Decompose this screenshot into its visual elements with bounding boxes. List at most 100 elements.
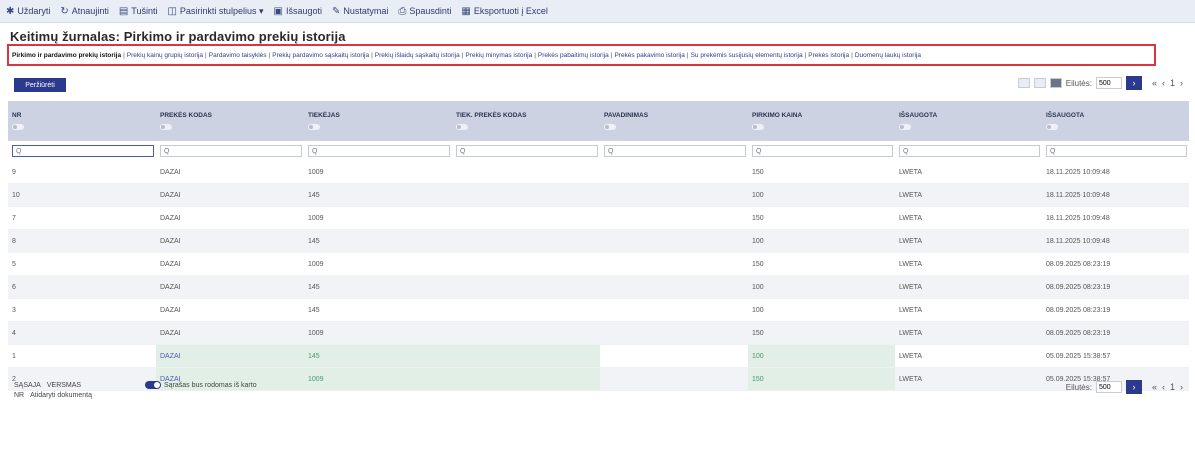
cell-item-code[interactable]: DAZAI (156, 344, 304, 368)
column-filter-input[interactable]: Q (899, 145, 1040, 157)
column-filter-input[interactable]: Q (160, 145, 302, 157)
history-link[interactable]: Prekių minymas istorija (465, 52, 532, 59)
cell-item-code[interactable]: DAZAI (156, 252, 304, 276)
history-link[interactable]: Prekių kainų grupių istorija (127, 52, 203, 59)
cell-purchase-price: 100 (748, 183, 895, 207)
table-icon: ▤ (118, 5, 129, 17)
column-header[interactable]: PAVADINIMAS (600, 101, 748, 141)
table-row[interactable]: 6 DAZAI 145 100 LWETA 08.09.2025 08:23:19 (8, 275, 1189, 299)
column-filter-input[interactable]: Q (604, 145, 746, 157)
go-button[interactable]: › (1125, 76, 1142, 90)
column-header[interactable]: PIRKIMO KAINA (748, 101, 895, 141)
list-view-icon[interactable] (1033, 78, 1046, 88)
table-row[interactable]: 8 DAZAI 145 100 LWETA 18.11.2025 10:09:48 (8, 229, 1189, 253)
cell-item-code[interactable]: DAZAI (156, 229, 304, 253)
column-visibility-toggle[interactable] (12, 124, 24, 130)
column-header[interactable]: NR (8, 101, 156, 141)
pager-prev[interactable]: ‹ (1162, 382, 1165, 392)
history-link[interactable]: Prekės istorija (808, 52, 849, 59)
toolbar-item-0[interactable]: ✱ Uždaryti (6, 6, 50, 17)
column-header[interactable]: PREKĖS KODAS (156, 101, 304, 141)
grid-view-icon[interactable] (1017, 78, 1030, 88)
open-document-link[interactable]: Atidaryti dokumentą (30, 391, 92, 401)
rows-per-page-input[interactable] (1095, 381, 1122, 393)
pager-next[interactable]: › (1180, 78, 1183, 88)
search-icon: Q (312, 147, 318, 155)
toolbar-item-3[interactable]: ◫ Pasirinkti stulpelius ▾ (167, 6, 263, 17)
go-button[interactable]: › (1125, 380, 1142, 394)
cell-saved-at: 18.11.2025 10:09:48 (1042, 206, 1189, 230)
toolbar-item-6[interactable]: ⎙ Spausdinti (398, 6, 451, 17)
column-visibility-toggle[interactable] (1046, 124, 1058, 130)
toolbar-item-label: Išsaugoti (285, 6, 322, 16)
filter-cell: Q (304, 141, 452, 161)
history-link[interactable]: Prekių pardavimo sąskaitų istorija (272, 52, 369, 59)
column-visibility-toggle[interactable] (308, 124, 320, 130)
toolbar-item-5[interactable]: ✎ Nustatymai (332, 6, 388, 17)
cell-item-code[interactable]: DAZAI (156, 183, 304, 207)
column-filter-input[interactable]: Q (12, 145, 154, 157)
table-row[interactable]: 4 DAZAI 1009 150 LWETA 08.09.2025 08:23:19 (8, 321, 1189, 345)
show-list-toggle[interactable] (145, 381, 161, 389)
cell-item-code[interactable]: DAZAI (156, 298, 304, 322)
cell-supplier-code (452, 321, 600, 345)
toolbar-item-2[interactable]: ▤ Tušinti (119, 6, 158, 17)
history-link[interactable]: Prekės pabaitimų istorija (538, 52, 609, 59)
table-row[interactable]: 1 DAZAI 145 100 LWETA 05.09.2025 15:38:57 (8, 344, 1189, 368)
cell-saved-by: LWETA (895, 229, 1042, 253)
pager-first[interactable]: « (1152, 78, 1157, 88)
column-visibility-toggle[interactable] (160, 124, 172, 130)
history-link[interactable]: Prekių išlaidų sąskaitų istorija (375, 52, 460, 59)
view-button[interactable]: Peržiūrėti (14, 78, 66, 92)
pager-page[interactable]: 1 (1170, 382, 1175, 392)
history-link[interactable]: Pardavimo taisyklės (209, 52, 267, 59)
column-filter-input[interactable]: Q (1046, 145, 1187, 157)
rows-per-page-input[interactable] (1095, 77, 1122, 89)
table-row[interactable]: 10 DAZAI 145 100 LWETA 18.11.2025 10:09:48 (8, 183, 1189, 207)
toolbar-item-1[interactable]: ↻ Atnaujinti (60, 6, 108, 17)
column-header[interactable]: TIEK. PREKĖS KODAS (452, 101, 600, 141)
column-header[interactable]: IŠSAUGOTA (1042, 101, 1189, 141)
table-row[interactable]: 9 DAZAI 1009 150 LWETA 18.11.2025 10:09:48 (8, 161, 1189, 184)
cell-item-code[interactable]: DAZAI (156, 321, 304, 345)
history-link[interactable]: Prekės pakavimo istorija (614, 52, 684, 59)
cell-supplier-code (452, 206, 600, 230)
cell-item-code[interactable]: DAZAI (156, 206, 304, 230)
history-link[interactable]: Pirkimo ir pardavimo prekių istorija (12, 52, 121, 59)
pager-prev[interactable]: ‹ (1162, 78, 1165, 88)
column-filter-input[interactable]: Q (752, 145, 893, 157)
column-header[interactable]: TIEKĖJAS (304, 101, 452, 141)
table-row[interactable]: 7 DAZAI 1009 150 LWETA 18.11.2025 10:09:48 (8, 206, 1189, 230)
pager: « ‹ 1 › (1152, 78, 1183, 88)
pager-first[interactable]: « (1152, 382, 1157, 392)
pager-next[interactable]: › (1180, 382, 1183, 392)
show-list-toggle-group: Sąrašas bus rodomas iš karto (145, 381, 257, 389)
cell-nr: 7 (8, 206, 156, 230)
history-link[interactable]: Duomenų laukų istorija (855, 52, 921, 59)
column-visibility-toggle[interactable] (752, 124, 764, 130)
column-visibility-toggle[interactable] (604, 124, 616, 130)
table-row[interactable]: 3 DAZAI 145 100 LWETA 08.09.2025 08:23:19 (8, 298, 1189, 322)
cell-saved-by: LWETA (895, 161, 1042, 184)
cell-saved-at: 18.11.2025 10:09:48 (1042, 161, 1189, 184)
cell-purchase-price: 150 (748, 367, 895, 391)
toolbar-item-7[interactable]: ▦ Eksportuoti į Excel (461, 6, 547, 17)
history-link[interactable]: Su prekėmis susijusių elementų istorija (691, 52, 803, 59)
compact-view-icon[interactable] (1049, 78, 1062, 88)
filter-cell: Q (895, 141, 1042, 161)
cell-item-code[interactable]: DAZAI (156, 161, 304, 184)
cell-purchase-price: 100 (748, 344, 895, 368)
pager-page[interactable]: 1 (1170, 78, 1175, 88)
toolbar-item-4[interactable]: ▣ Išsaugoti (273, 6, 321, 17)
column-visibility-toggle[interactable] (456, 124, 468, 130)
column-visibility-toggle[interactable] (899, 124, 911, 130)
column-filter-input[interactable]: Q (308, 145, 450, 157)
search-icon: Q (164, 147, 170, 155)
column-filter-input[interactable]: Q (456, 145, 598, 157)
column-header-label: PAVADINIMAS (604, 112, 649, 119)
rows-label: Eilutės: (1065, 382, 1092, 392)
table-row[interactable]: 5 DAZAI 1009 150 LWETA 08.09.2025 08:23:19 (8, 252, 1189, 276)
cell-supplier-code (452, 183, 600, 207)
cell-item-code[interactable]: DAZAI (156, 275, 304, 299)
column-header[interactable]: IŠSAUGOTA (895, 101, 1042, 141)
